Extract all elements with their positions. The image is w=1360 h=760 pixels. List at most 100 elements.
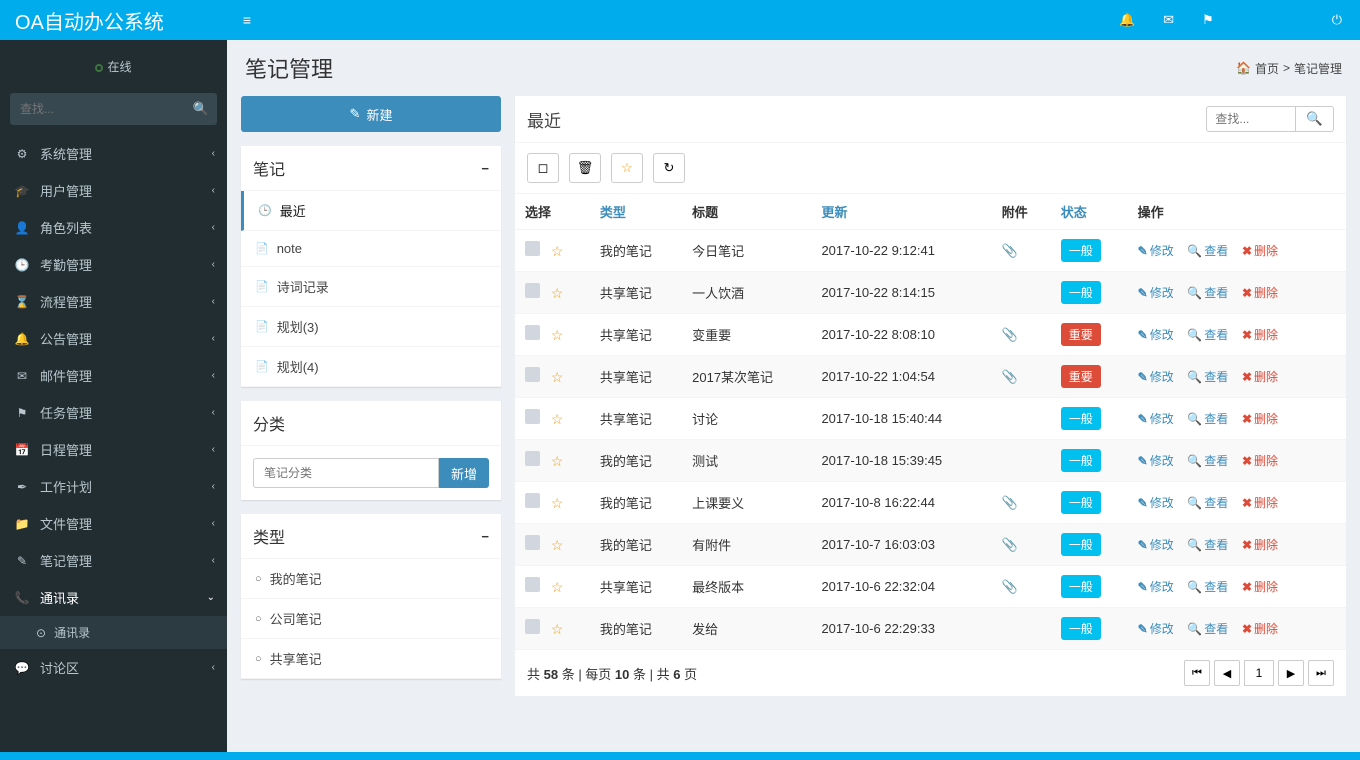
row-checkbox[interactable] [525, 493, 540, 508]
type-list-item[interactable]: ○共享笔记 [241, 639, 501, 679]
row-checkbox[interactable] [525, 535, 540, 550]
pager-next[interactable]: ▶ [1278, 660, 1304, 686]
delete-action[interactable]: ✖删除 [1242, 452, 1278, 469]
row-checkbox[interactable] [525, 325, 540, 340]
star-icon[interactable]: ☆ [551, 453, 564, 469]
pager-first[interactable]: ⏮ [1184, 660, 1210, 686]
edit-action[interactable]: ✎修改 [1138, 368, 1174, 385]
row-checkbox[interactable] [525, 241, 540, 256]
view-action[interactable]: 🔍查看 [1187, 452, 1228, 469]
crumb-home[interactable]: 首页 [1255, 60, 1279, 77]
view-action[interactable]: 🔍查看 [1187, 284, 1228, 301]
view-action[interactable]: 🔍查看 [1187, 242, 1228, 259]
collapse-icon[interactable]: − [481, 529, 489, 544]
edit-action[interactable]: ✎修改 [1138, 494, 1174, 511]
envelope-icon[interactable]: ✉ [1163, 12, 1174, 28]
sidebar-item[interactable]: ⚑任务管理‹ [0, 394, 227, 431]
delete-action[interactable]: ✖删除 [1242, 410, 1278, 427]
edit-action[interactable]: ✎修改 [1138, 284, 1174, 301]
notes-list-item[interactable]: 📄note [241, 231, 501, 267]
delete-action[interactable]: ✖删除 [1242, 326, 1278, 343]
pager-page-input[interactable] [1244, 660, 1274, 686]
delete-action[interactable]: ✖删除 [1242, 284, 1278, 301]
star-icon[interactable]: ☆ [551, 579, 564, 595]
star-icon[interactable]: ☆ [551, 243, 564, 259]
edit-action[interactable]: ✎修改 [1138, 410, 1174, 427]
view-action[interactable]: 🔍查看 [1187, 326, 1228, 343]
sidebar-item[interactable]: ✉邮件管理‹ [0, 357, 227, 394]
delete-action[interactable]: ✖删除 [1242, 368, 1278, 385]
sidebar-item[interactable]: 📞通讯录⌄ [0, 579, 227, 616]
delete-action[interactable]: ✖删除 [1242, 536, 1278, 553]
delete-button[interactable]: 🗑 [569, 153, 601, 183]
view-action[interactable]: 🔍查看 [1187, 536, 1228, 553]
sidebar-item[interactable]: 📁文件管理‹ [0, 505, 227, 542]
table-search-input[interactable] [1206, 106, 1296, 132]
sidebar-item[interactable]: 🔔公告管理‹ [0, 320, 227, 357]
sidebar-item[interactable]: 🎓用户管理‹ [0, 172, 227, 209]
pager-prev[interactable]: ◀ [1214, 660, 1240, 686]
search-icon[interactable]: 🔍 [185, 101, 217, 117]
star-icon[interactable]: ☆ [551, 495, 564, 511]
star-icon[interactable]: ☆ [551, 285, 564, 301]
delete-action[interactable]: ✖删除 [1242, 620, 1278, 637]
notes-list-item[interactable]: 📄规划(4) [241, 347, 501, 387]
new-button[interactable]: ✎新建 [241, 96, 501, 132]
notes-list-item[interactable]: 📄诗词记录 [241, 267, 501, 307]
view-action[interactable]: 🔍查看 [1187, 410, 1228, 427]
col-status[interactable]: 状态 [1051, 194, 1128, 230]
power-icon[interactable]: ⏻ [1332, 12, 1342, 28]
edit-action[interactable]: ✎修改 [1138, 620, 1174, 637]
sidebar-item[interactable]: 💬讨论区‹ [0, 649, 227, 686]
select-all-button[interactable]: ◻ [527, 153, 559, 183]
sidebar-item[interactable]: ✒工作计划‹ [0, 468, 227, 505]
menu-toggle-icon[interactable]: ≡ [227, 12, 267, 28]
sidebar-item[interactable]: ✎笔记管理‹ [0, 542, 227, 579]
edit-action[interactable]: ✎修改 [1138, 452, 1174, 469]
category-input[interactable] [253, 458, 439, 488]
type-list-item[interactable]: ○公司笔记 [241, 599, 501, 639]
col-type[interactable]: 类型 [590, 194, 682, 230]
star-icon[interactable]: ☆ [551, 411, 564, 427]
view-action[interactable]: 🔍查看 [1187, 494, 1228, 511]
refresh-button[interactable]: ↻ [653, 153, 685, 183]
edit-action[interactable]: ✎修改 [1138, 536, 1174, 553]
flag-icon[interactable]: ⚑ [1202, 12, 1214, 28]
sidebar-search-input[interactable] [10, 102, 185, 116]
row-checkbox[interactable] [525, 283, 540, 298]
row-checkbox[interactable] [525, 367, 540, 382]
delete-action[interactable]: ✖删除 [1242, 578, 1278, 595]
edit-action[interactable]: ✎修改 [1138, 578, 1174, 595]
bell-icon[interactable]: 🔔 [1119, 12, 1135, 28]
edit-action[interactable]: ✎修改 [1138, 242, 1174, 259]
row-checkbox[interactable] [525, 577, 540, 592]
table-search-button[interactable]: 🔍 [1296, 106, 1334, 132]
star-icon[interactable]: ☆ [551, 621, 564, 637]
star-icon[interactable]: ☆ [551, 327, 564, 343]
star-button[interactable]: ☆ [611, 153, 643, 183]
delete-action[interactable]: ✖删除 [1242, 242, 1278, 259]
row-checkbox[interactable] [525, 619, 540, 634]
sidebar-item[interactable]: ⌛流程管理‹ [0, 283, 227, 320]
sidebar-item[interactable]: 👤角色列表‹ [0, 209, 227, 246]
view-action[interactable]: 🔍查看 [1187, 368, 1228, 385]
star-icon[interactable]: ☆ [551, 537, 564, 553]
notes-list-item[interactable]: 🕒最近 [241, 191, 501, 231]
row-checkbox[interactable] [525, 451, 540, 466]
col-update[interactable]: 更新 [811, 194, 991, 230]
sidebar-item[interactable]: 🕒考勤管理‹ [0, 246, 227, 283]
pager-last[interactable]: ⏭ [1308, 660, 1334, 686]
sidebar-sub-item[interactable]: ⊙通讯录 [0, 616, 227, 649]
star-icon[interactable]: ☆ [551, 369, 564, 385]
delete-action[interactable]: ✖删除 [1242, 494, 1278, 511]
row-checkbox[interactable] [525, 409, 540, 424]
notes-list-item[interactable]: 📄规划(3) [241, 307, 501, 347]
type-list-item[interactable]: ○我的笔记 [241, 559, 501, 599]
view-action[interactable]: 🔍查看 [1187, 578, 1228, 595]
collapse-icon[interactable]: − [481, 161, 489, 176]
sidebar-item[interactable]: ⚙系统管理‹ [0, 135, 227, 172]
edit-action[interactable]: ✎修改 [1138, 326, 1174, 343]
sidebar-item[interactable]: 📅日程管理‹ [0, 431, 227, 468]
category-add-button[interactable]: 新增 [439, 458, 489, 488]
view-action[interactable]: 🔍查看 [1187, 620, 1228, 637]
